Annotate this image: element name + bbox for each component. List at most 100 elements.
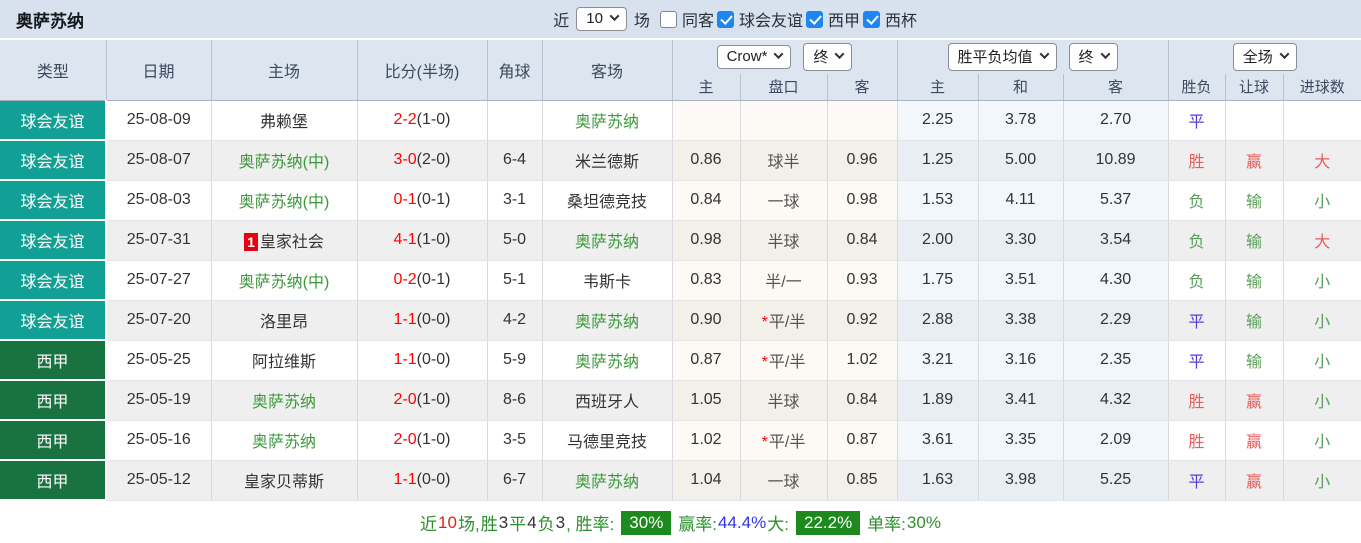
home-team-name: 奥萨苏纳(中) — [238, 194, 330, 211]
filter-checkbox[interactable] — [716, 10, 734, 28]
crow-final-select[interactable]: 终 — [803, 43, 853, 71]
table-row: 球会友谊 25-08-09 弗赖堡 2-2(1-0) 奥萨苏纳 2.25 3.78 2.70 平 — [0, 100, 1361, 141]
near-count-select[interactable]: 10 — [576, 7, 627, 31]
fulltime-score: 1-1 — [393, 471, 417, 488]
avg-home-cell: 1.75 — [897, 260, 979, 301]
halftime-score: (0-0) — [416, 311, 451, 328]
halftime-score: (0-0) — [416, 351, 451, 368]
avg-away-cell: 2.70 — [1063, 100, 1169, 141]
filter-label: 同客 — [681, 13, 714, 30]
home-cell: 奥萨苏纳(中) — [211, 140, 358, 181]
handicap-value: 平/半 — [768, 434, 806, 451]
star-marker: * — [761, 434, 768, 451]
date-cell: 25-08-07 — [106, 140, 212, 181]
footer-segment: 胜 — [480, 515, 498, 534]
corner-cell: 6-4 — [487, 140, 543, 181]
corner-cell: 5-0 — [487, 220, 543, 261]
bookmaker-select[interactable]: Crow* — [716, 45, 792, 69]
score-cell: 2-2(1-0) — [357, 100, 488, 141]
away-team-name: 桑坦德竞技 — [566, 194, 647, 211]
filter-checkbox[interactable] — [659, 10, 677, 28]
star-marker: * — [761, 314, 768, 331]
fulltime-score: 3-0 — [393, 151, 417, 168]
matches-table: 类型 日期 主场 比分(半场) 角球 客场 Crow* 终 胜平负均值 终 全场… — [0, 40, 1361, 501]
halftime-score: (0-0) — [416, 471, 451, 488]
result-cell: 平 — [1168, 460, 1226, 501]
footer-segment: 3 — [498, 512, 509, 532]
league-cell: 球会友谊 — [0, 260, 107, 301]
goals-cell: 小 — [1283, 300, 1361, 341]
handicap-value: 平/半 — [768, 354, 806, 371]
crow-home-odds-cell: 0.90 — [672, 300, 741, 341]
table-row: 球会友谊 25-08-07 奥萨苏纳(中) 3-0(2-0) 6-4 米兰德斯 0.86 球半… — [0, 140, 1361, 181]
col-header-date: 日期 — [106, 40, 212, 101]
handicap-value: 半/一 — [765, 274, 802, 291]
handicap-value: 半球 — [767, 234, 800, 251]
table-row: 西甲 25-05-19 奥萨苏纳 2-0(1-0) 8-6 西班牙人 1.05 半球 0.84 1… — [0, 380, 1361, 421]
filter-label: 西甲 — [827, 13, 860, 30]
avg-final-select[interactable]: 终 — [1068, 43, 1118, 71]
home-cell: 洛里昂 — [211, 300, 358, 341]
crow-away-odds-cell: 0.84 — [827, 220, 898, 261]
home-cell: 皇家贝蒂斯 — [211, 460, 358, 501]
filter-checkbox[interactable] — [805, 10, 823, 28]
corner-cell: 5-1 — [487, 260, 543, 301]
subcol-header: 主 — [897, 74, 979, 101]
filter-label: 西杯 — [884, 13, 917, 30]
handicap-result-cell: 输 — [1225, 260, 1284, 301]
crow-home-odds-cell: 1.02 — [672, 420, 741, 461]
result-cell: 胜 — [1168, 380, 1226, 421]
table-row: 西甲 25-05-16 奥萨苏纳 2-0(1-0) 3-5 马德里竞技 1.02 *平/半 0.… — [0, 420, 1361, 461]
home-team-name: 皇家社会 — [259, 234, 324, 251]
goals-cell: 小 — [1283, 420, 1361, 461]
avg-away-cell: 4.32 — [1063, 380, 1169, 421]
league-cell: 球会友谊 — [0, 180, 107, 221]
league-cell: 西甲 — [0, 340, 107, 381]
handicap-cell: *平/半 — [740, 300, 828, 341]
home-team-name: 皇家贝蒂斯 — [243, 474, 324, 491]
home-cell: 弗赖堡 — [211, 100, 358, 141]
filter-checkbox[interactable] — [862, 10, 880, 28]
away-team-name: 米兰德斯 — [574, 154, 639, 171]
subcol-header: 客 — [1063, 74, 1169, 101]
subcol-header: 胜负 — [1168, 74, 1226, 101]
crow-home-odds-cell: 1.04 — [672, 460, 741, 501]
footer-segment: 44.4% — [718, 512, 767, 532]
score-cell: 0-1(0-1) — [357, 180, 488, 221]
home-cell: 奥萨苏纳 — [211, 380, 358, 421]
footer-segment: 30% — [906, 512, 941, 532]
away-cell: 米兰德斯 — [542, 140, 673, 181]
avg-away-cell: 10.89 — [1063, 140, 1169, 181]
handicap-cell: *平/半 — [740, 340, 828, 381]
halftime-score: (2-0) — [416, 151, 451, 168]
avg-draw-cell: 3.98 — [978, 460, 1064, 501]
result-cell: 胜 — [1168, 420, 1226, 461]
subcol-header: 客 — [827, 74, 898, 101]
near-label: 近 — [553, 13, 570, 30]
filter-item: 球会友谊 — [714, 7, 803, 31]
home-team-name: 奥萨苏纳 — [251, 434, 316, 451]
score-cell: 2-0(1-0) — [357, 420, 488, 461]
league-cell: 西甲 — [0, 380, 107, 421]
avg-odds-select[interactable]: 胜平负均值 — [947, 43, 1057, 71]
away-team-name: 奥萨苏纳 — [574, 354, 639, 371]
goals-cell: 大 — [1283, 140, 1361, 181]
score-cell: 4-1(1-0) — [357, 220, 488, 261]
filter-item: 同客 — [657, 7, 714, 31]
handicap-cell: 半/一 — [740, 260, 828, 301]
handicap-value: 半球 — [767, 394, 800, 411]
result-cell: 负 — [1168, 260, 1226, 301]
handicap-result-cell — [1225, 100, 1284, 141]
avg-away-cell: 2.29 — [1063, 300, 1169, 341]
subcol-header: 和 — [978, 74, 1064, 101]
crow-away-odds-cell: 1.02 — [827, 340, 898, 381]
avg-draw-cell: 3.30 — [978, 220, 1064, 261]
filter-group: 同客 球会友谊 西甲 西杯 — [657, 7, 917, 31]
halftime-score: (1-0) — [416, 391, 451, 408]
fullmatch-select[interactable]: 全场 — [1232, 43, 1297, 71]
crow-away-odds-cell: 0.98 — [827, 180, 898, 221]
handicap-result-cell: 赢 — [1225, 140, 1284, 181]
goals-cell: 大 — [1283, 220, 1361, 261]
away-cell: 奥萨苏纳 — [542, 460, 673, 501]
away-cell: 奥萨苏纳 — [542, 220, 673, 261]
